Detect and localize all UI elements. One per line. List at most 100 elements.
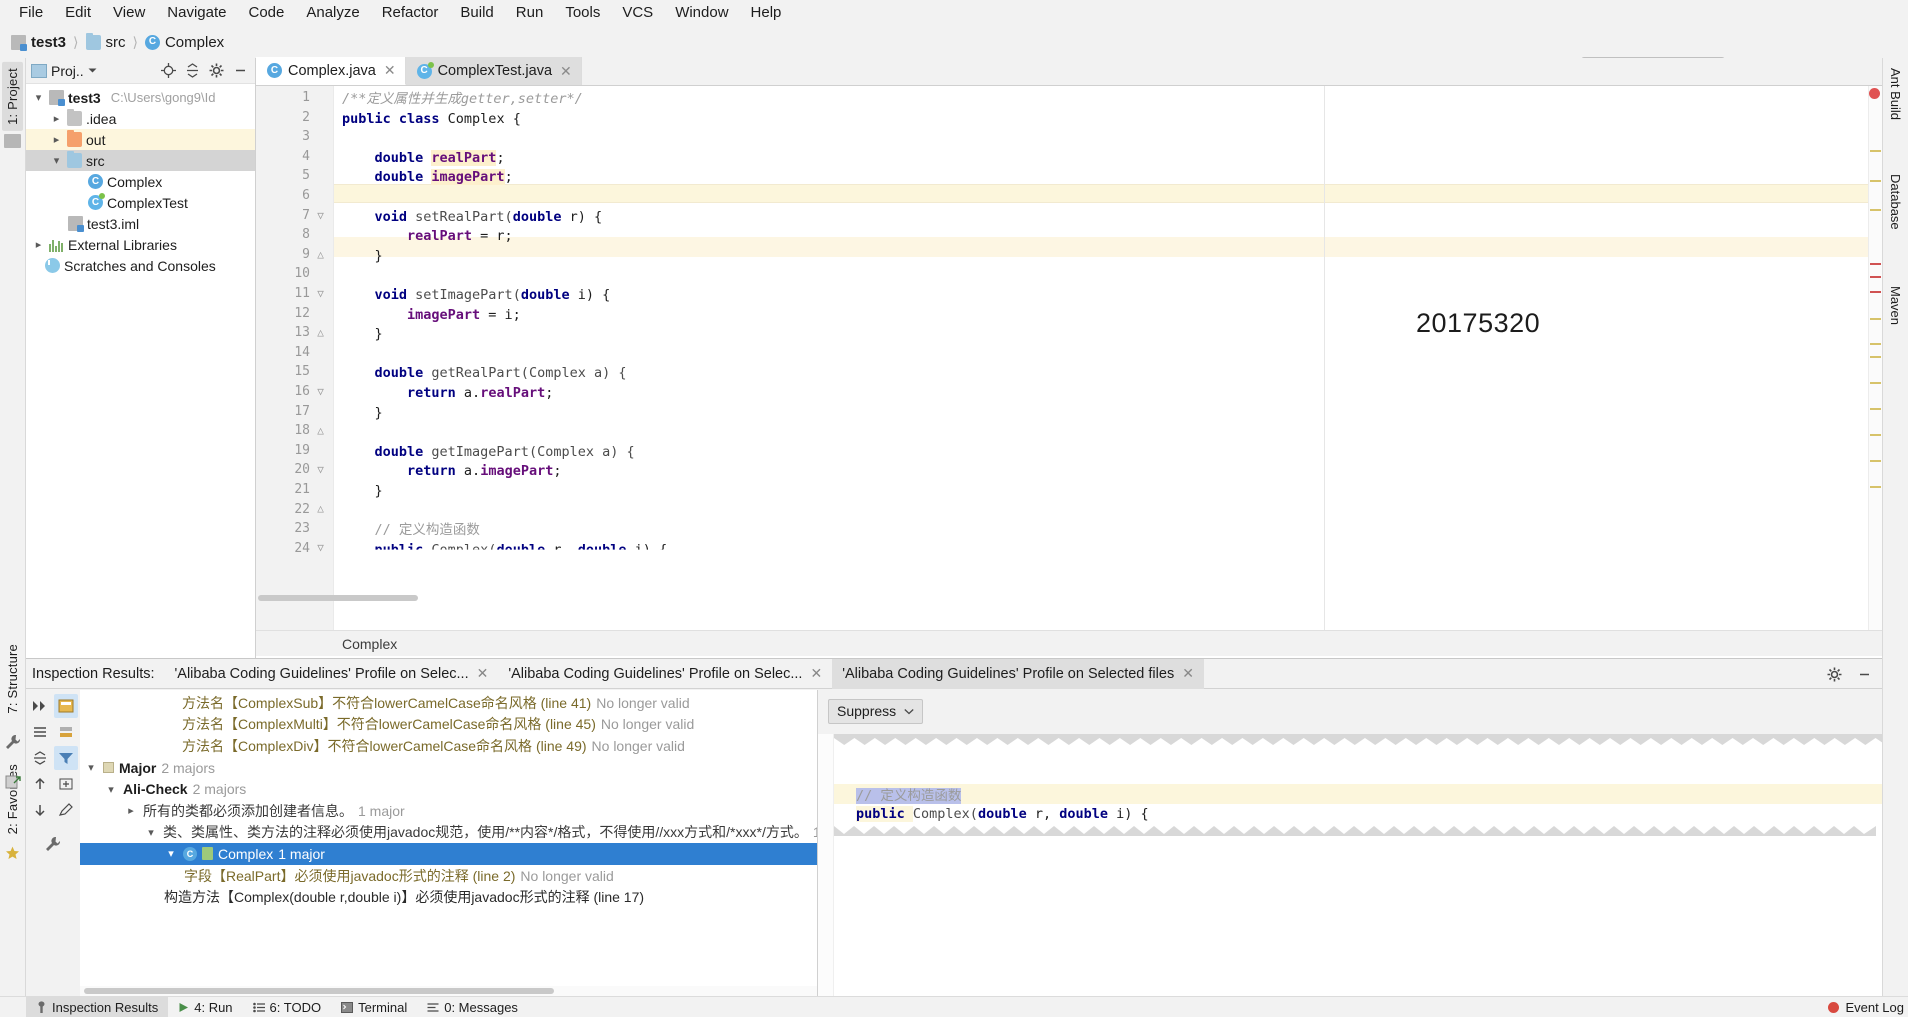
error-count-badge[interactable] xyxy=(1869,88,1880,99)
fold-marker[interactable]: △ xyxy=(314,424,327,437)
menu-run[interactable]: Run xyxy=(505,1,555,25)
tree-node-test3[interactable]: ▾ test3 C:\Users\gong9\Id xyxy=(26,87,255,108)
stripe-mark[interactable] xyxy=(1870,408,1881,410)
error-stripe-marker-bar[interactable] xyxy=(1868,86,1882,630)
fold-marker[interactable]: △ xyxy=(314,326,327,339)
chevron-right-icon[interactable]: ▸ xyxy=(50,112,63,125)
scrollbar-thumb[interactable] xyxy=(84,988,554,994)
close-icon[interactable]: ✕ xyxy=(477,665,489,682)
menu-help[interactable]: Help xyxy=(740,1,793,25)
fold-marker[interactable]: ▽ xyxy=(314,209,327,222)
fold-marker[interactable]: ▽ xyxy=(314,385,327,398)
hide-icon[interactable] xyxy=(230,61,250,81)
tool-tab-structure[interactable]: 7: Structure xyxy=(2,638,23,720)
tree-node-iml[interactable]: test3.iml xyxy=(26,213,255,234)
tree-node-src[interactable]: ▾ src xyxy=(26,150,255,171)
wrench-icon[interactable] xyxy=(41,832,65,856)
inspection-tree-scrollbar[interactable] xyxy=(80,986,817,996)
stripe-mark[interactable] xyxy=(1870,150,1881,152)
menu-code[interactable]: Code xyxy=(237,1,295,25)
menu-file[interactable]: File xyxy=(8,1,54,25)
stripe-mark[interactable] xyxy=(1870,434,1881,436)
tool-tab-database[interactable]: Database xyxy=(1885,168,1906,236)
locate-icon[interactable] xyxy=(158,61,178,81)
editor-breadcrumb-label[interactable]: Complex xyxy=(342,636,397,652)
scrollbar-thumb[interactable] xyxy=(258,595,418,601)
favorites-star-icon[interactable] xyxy=(5,846,20,861)
inspection-row[interactable]: 方法名【ComplexSub】不符合lowerCamelCase命名风格 (li… xyxy=(80,692,817,714)
close-icon[interactable]: ✕ xyxy=(1182,665,1194,682)
fold-marker[interactable]: ▽ xyxy=(314,463,327,476)
status-tab-inspection-results[interactable]: Inspection Results xyxy=(26,996,169,1017)
next-problem-icon[interactable] xyxy=(28,798,52,822)
chevron-right-icon[interactable]: ▸ xyxy=(50,133,63,146)
inspection-tab-3[interactable]: 'Alibaba Coding Guidelines' Profile on S… xyxy=(832,658,1204,689)
chevron-down-icon[interactable]: ▾ xyxy=(84,761,98,774)
menu-vcs[interactable]: VCS xyxy=(611,1,664,25)
stripe-mark[interactable] xyxy=(1870,180,1881,182)
detail-code-preview[interactable]: // 定义构造函数 public Complex(double r, doubl… xyxy=(818,734,1882,996)
stripe-mark[interactable] xyxy=(1870,382,1881,384)
tool-tab-ant-build[interactable]: Ant Build xyxy=(1885,62,1906,126)
fold-marker[interactable]: △ xyxy=(314,248,327,261)
collapse-all-icon[interactable] xyxy=(182,61,202,81)
close-icon[interactable]: ✕ xyxy=(560,63,572,80)
editor-tab-complextest[interactable]: C ComplexTest.java ✕ xyxy=(405,57,582,85)
menu-view[interactable]: View xyxy=(102,1,156,25)
stripe-mark[interactable] xyxy=(1870,343,1881,345)
breadcrumb-item-class[interactable]: C Complex xyxy=(142,33,227,52)
chevron-right-icon[interactable]: ▸ xyxy=(32,238,45,251)
tree-node-out[interactable]: ▸ out xyxy=(26,129,255,150)
inspection-tree[interactable]: 方法名【ComplexSub】不符合lowerCamelCase命名风格 (li… xyxy=(80,690,818,996)
tree-node-complex[interactable]: C Complex xyxy=(26,171,255,192)
breadcrumb-item-src[interactable]: src xyxy=(83,32,129,52)
chevron-down-icon[interactable]: ▾ xyxy=(50,154,63,167)
close-icon[interactable]: ✕ xyxy=(384,62,396,79)
menu-refactor[interactable]: Refactor xyxy=(371,1,450,25)
fold-marker[interactable]: ▽ xyxy=(314,287,327,300)
project-panel-title[interactable]: Proj.. xyxy=(31,63,97,79)
group-by-severity-icon[interactable] xyxy=(54,720,78,744)
tree-node-scratches[interactable]: Scratches and Consoles xyxy=(26,255,255,276)
stripe-mark[interactable] xyxy=(1870,356,1881,358)
wrench-icon[interactable] xyxy=(5,734,21,750)
tree-node-idea[interactable]: ▸ .idea xyxy=(26,108,255,129)
menu-navigate[interactable]: Navigate xyxy=(156,1,237,25)
chevron-right-icon[interactable]: ▸ xyxy=(124,804,138,817)
collapse-all-icon[interactable] xyxy=(28,746,52,770)
tool-tab-maven[interactable]: Maven xyxy=(1885,280,1906,331)
suppress-button[interactable]: Suppress xyxy=(828,698,924,724)
inspection-row[interactable]: 字段【RealPart】必须使用javadoc形式的注释 (line 2) No… xyxy=(80,865,817,887)
stripe-mark[interactable] xyxy=(1870,263,1881,265)
inspection-row-major[interactable]: ▾ Major 2 majors xyxy=(80,757,817,779)
inspection-row[interactable]: 构造方法【Complex(double r,double i)】必须使用java… xyxy=(80,886,817,908)
stripe-mark[interactable] xyxy=(1870,460,1881,462)
expand-all-icon[interactable] xyxy=(28,720,52,744)
fold-marker[interactable]: ▽ xyxy=(314,541,327,554)
prev-problem-icon[interactable] xyxy=(28,772,52,796)
inspection-tab-1[interactable]: 'Alibaba Coding Guidelines' Profile on S… xyxy=(165,659,499,689)
status-tab-todo[interactable]: 6: TODO xyxy=(243,997,332,1017)
menu-edit[interactable]: Edit xyxy=(54,1,102,25)
status-tab-terminal[interactable]: Terminal xyxy=(331,997,417,1017)
stripe-mark[interactable] xyxy=(1870,318,1881,320)
stripe-mark[interactable] xyxy=(1870,486,1881,488)
inspection-row-rule-javadoc[interactable]: ▾ 类、类属性、类方法的注释必须使用javadoc规范，使用/**内容*/格式，… xyxy=(80,822,817,844)
status-tab-messages[interactable]: 0: Messages xyxy=(417,997,528,1017)
chevron-down-icon[interactable]: ▾ xyxy=(164,847,178,860)
inspection-row[interactable]: 方法名【ComplexDiv】不符合lowerCamelCase命名风格 (li… xyxy=(80,735,817,757)
edit-settings-icon[interactable] xyxy=(54,798,78,822)
chevron-down-icon[interactable]: ▾ xyxy=(144,826,158,839)
chevron-down-icon[interactable]: ▾ xyxy=(104,783,118,796)
export-icon[interactable] xyxy=(5,774,21,790)
fold-marker[interactable]: △ xyxy=(314,502,327,515)
tool-tab-favorites[interactable]: 2: Favorites xyxy=(2,758,23,840)
tree-node-complextest[interactable]: C ComplexTest xyxy=(26,192,255,213)
status-tab-run[interactable]: 4: Run xyxy=(168,997,242,1017)
inspection-row-complex[interactable]: ▾ C Complex 1 major xyxy=(80,843,817,865)
hide-panel-icon[interactable] xyxy=(1852,662,1876,686)
inspection-row[interactable]: 方法名【ComplexMulti】不符合lowerCamelCase命名风格 (… xyxy=(80,714,817,736)
close-icon[interactable]: ✕ xyxy=(810,665,822,682)
menu-tools[interactable]: Tools xyxy=(554,1,611,25)
menu-build[interactable]: Build xyxy=(449,1,504,25)
